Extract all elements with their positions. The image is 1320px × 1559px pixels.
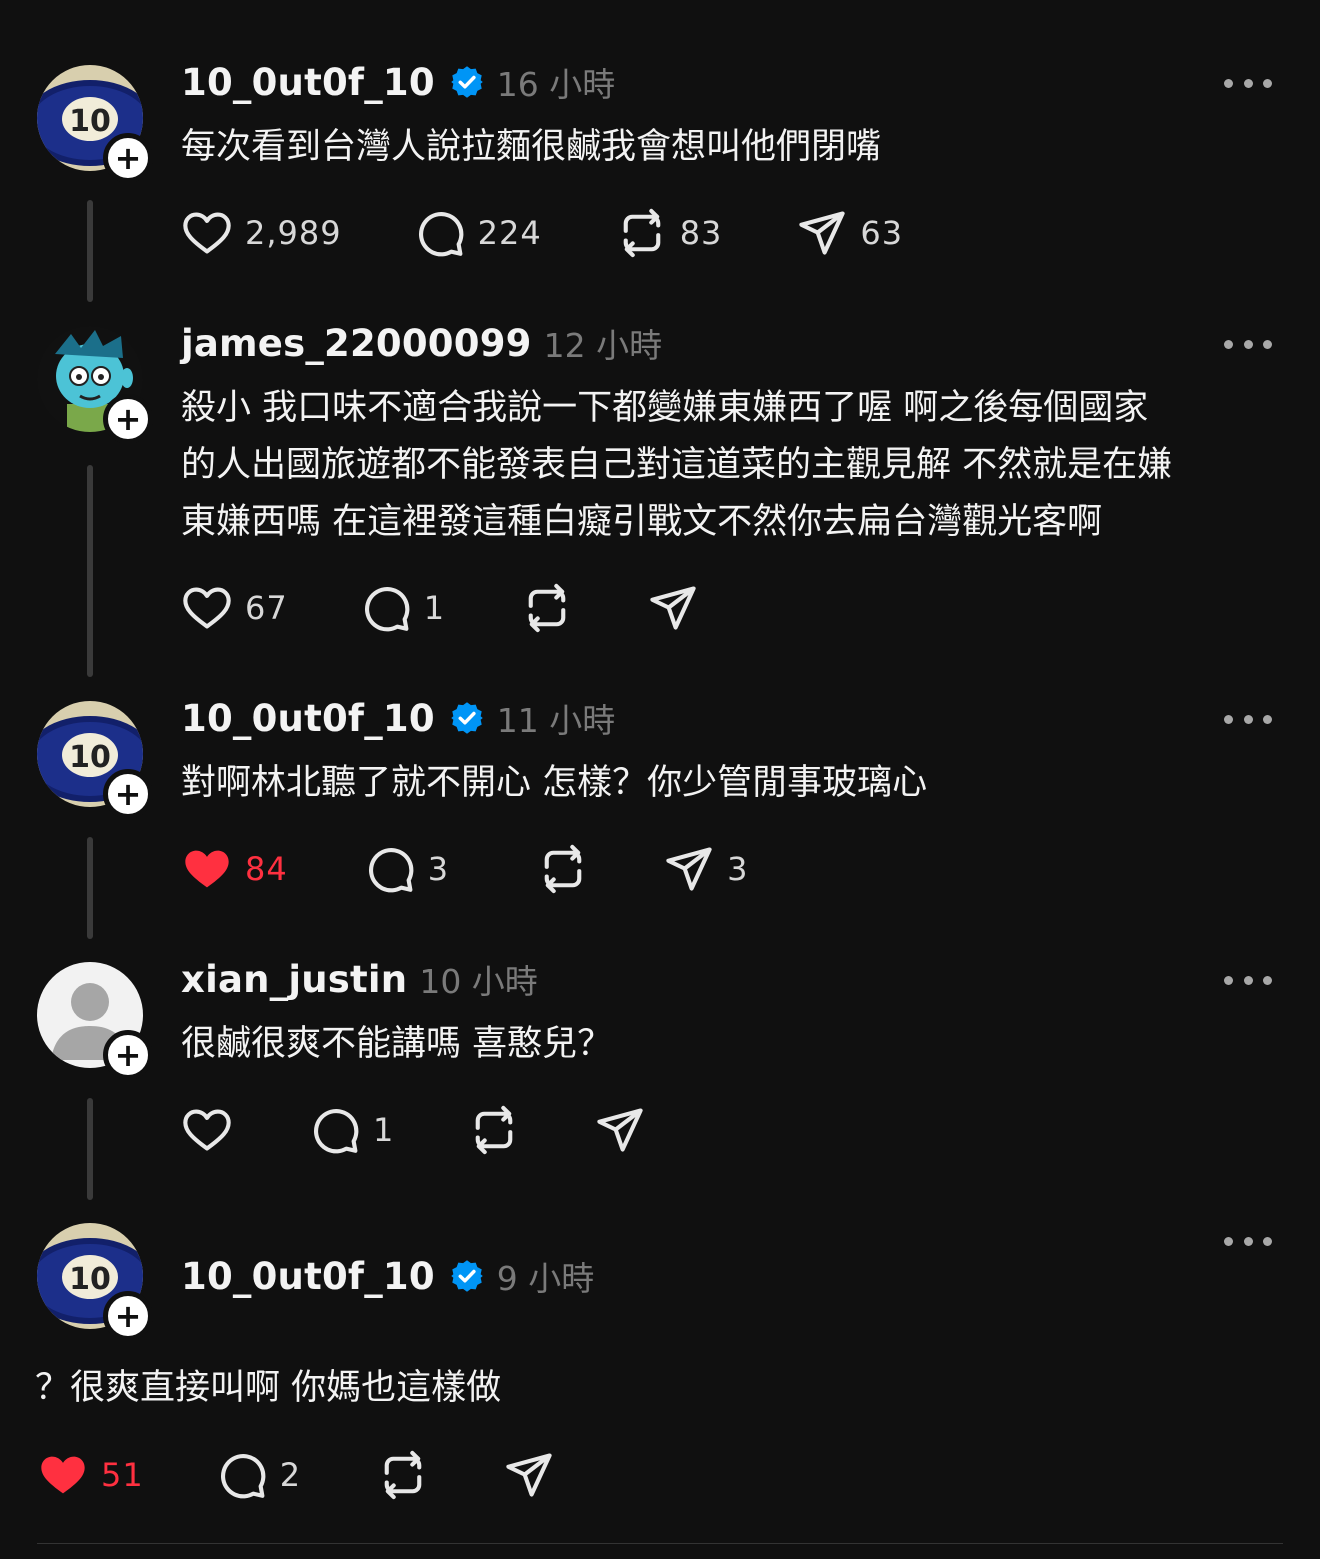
post-header: 10_0ut0f_10 11 小時: [181, 693, 615, 743]
post-header: xian_justin 10 小時: [181, 954, 538, 1004]
more-options-button[interactable]: [1224, 1234, 1272, 1248]
repost-icon: [521, 582, 573, 634]
like-button[interactable]: 2,989: [181, 208, 342, 258]
reply-button[interactable]: 3: [364, 844, 449, 894]
comment-bubble-icon: [414, 207, 466, 259]
timestamp: 11 小時: [496, 701, 616, 740]
timestamp: 12 小時: [543, 326, 663, 365]
share-button[interactable]: [647, 583, 699, 633]
post-text: 殺小 我口味不適合我說一下都變嫌東嫌西了喔 啊之後每個國家 的人出國旅遊都不能發…: [181, 388, 1173, 542]
thread-connector-line: [87, 837, 93, 939]
post-header: 10_0ut0f_10 9 小時: [181, 1251, 594, 1301]
heart-icon: [181, 582, 233, 634]
heart-icon: [181, 1104, 233, 1156]
post-text: 每次看到台灣人說拉麵很鹹我會想叫他們閉嘴: [181, 127, 882, 167]
repost-icon: [377, 1449, 429, 1501]
like-button[interactable]: 84: [181, 844, 288, 894]
thread-connector-line: [87, 465, 93, 677]
send-icon: [796, 207, 848, 259]
like-button[interactable]: 51: [37, 1450, 144, 1500]
comment-bubble-icon: [364, 843, 416, 895]
repost-icon: [537, 843, 589, 895]
reply-count: 2: [279, 1456, 302, 1494]
follow-plus-button[interactable]: +: [103, 1030, 153, 1080]
action-bar: 1: [181, 1105, 646, 1155]
like-button[interactable]: [181, 1105, 233, 1155]
verified-badge-icon: [449, 1258, 485, 1294]
share-count: 3: [727, 850, 749, 888]
reply-count: 1: [373, 1111, 395, 1149]
comment-bubble-icon: [309, 1104, 361, 1156]
repost-button[interactable]: [537, 844, 589, 894]
share-button[interactable]: 3: [663, 844, 748, 894]
heart-icon: [181, 207, 233, 259]
action-bar: 67 1: [181, 583, 699, 633]
reply-button[interactable]: 1: [309, 1105, 394, 1155]
more-options-button[interactable]: [1224, 973, 1272, 987]
repost-icon: [468, 1104, 520, 1156]
send-icon: [594, 1104, 646, 1156]
more-options-button[interactable]: [1224, 712, 1272, 726]
username[interactable]: xian_justin: [181, 958, 407, 1001]
reply-button[interactable]: 1: [360, 583, 445, 633]
timestamp: 10 小時: [419, 962, 538, 1001]
more-options-button[interactable]: [1224, 337, 1272, 351]
heart-filled-icon: [181, 843, 233, 895]
username[interactable]: james_22000099: [181, 322, 532, 365]
like-count: 67: [245, 589, 288, 627]
share-button[interactable]: [594, 1105, 646, 1155]
bottom-divider: [37, 1543, 1283, 1544]
follow-plus-button[interactable]: +: [103, 133, 153, 183]
reply-count: 224: [477, 214, 542, 252]
thread-connector-line: [87, 200, 93, 302]
timestamp: 9 小時: [496, 1259, 595, 1298]
send-icon: [647, 582, 699, 634]
follow-plus-button[interactable]: +: [103, 1291, 153, 1341]
post-text: ？很爽直接叫啊 你媽也這樣做: [35, 1368, 502, 1408]
verified-badge-icon: [449, 700, 485, 736]
thread-connector-line: [87, 1098, 93, 1200]
action-bar: 84 3 3: [181, 844, 748, 894]
repost-button[interactable]: 83: [616, 208, 723, 258]
send-icon: [503, 1449, 555, 1501]
follow-plus-button[interactable]: +: [103, 769, 153, 819]
more-options-button[interactable]: [1224, 76, 1272, 90]
repost-button[interactable]: [468, 1105, 520, 1155]
follow-plus-button[interactable]: +: [103, 394, 153, 444]
like-button[interactable]: 67: [181, 583, 288, 633]
repost-button[interactable]: [521, 583, 573, 633]
action-bar: 2,989 224 83 63: [181, 208, 903, 258]
like-count: 84: [245, 850, 288, 888]
repost-button[interactable]: [377, 1450, 429, 1500]
share-button[interactable]: 63: [796, 208, 903, 258]
like-count: 2,989: [245, 214, 342, 252]
comment-bubble-icon: [216, 1449, 268, 1501]
repost-icon: [616, 207, 668, 259]
post-header: 10_0ut0f_10 16 小時: [181, 57, 615, 107]
comment-bubble-icon: [360, 582, 412, 634]
share-count: 63: [860, 214, 904, 252]
timestamp: 16 小時: [496, 65, 616, 104]
repost-count: 83: [679, 214, 723, 252]
post-header: james_22000099 12 小時: [181, 318, 662, 368]
like-count: 51: [101, 1456, 144, 1494]
username[interactable]: 10_0ut0f_10: [181, 61, 435, 104]
username[interactable]: 10_0ut0f_10: [181, 697, 435, 740]
share-button[interactable]: [503, 1450, 555, 1500]
reply-count: 3: [427, 850, 450, 888]
post-text: 對啊林北聽了就不開心 怎樣？你少管閒事玻璃心: [181, 763, 928, 803]
action-bar: 51 2: [37, 1450, 555, 1500]
post-text: 很鹹很爽不能講嗎 喜憨兒？: [181, 1024, 613, 1064]
username[interactable]: 10_0ut0f_10: [181, 1255, 435, 1298]
heart-filled-icon: [37, 1449, 89, 1501]
send-icon: [663, 843, 715, 895]
reply-button[interactable]: 224: [414, 208, 542, 258]
verified-badge-icon: [449, 64, 485, 100]
reply-button[interactable]: 2: [216, 1450, 301, 1500]
reply-count: 1: [423, 589, 446, 627]
